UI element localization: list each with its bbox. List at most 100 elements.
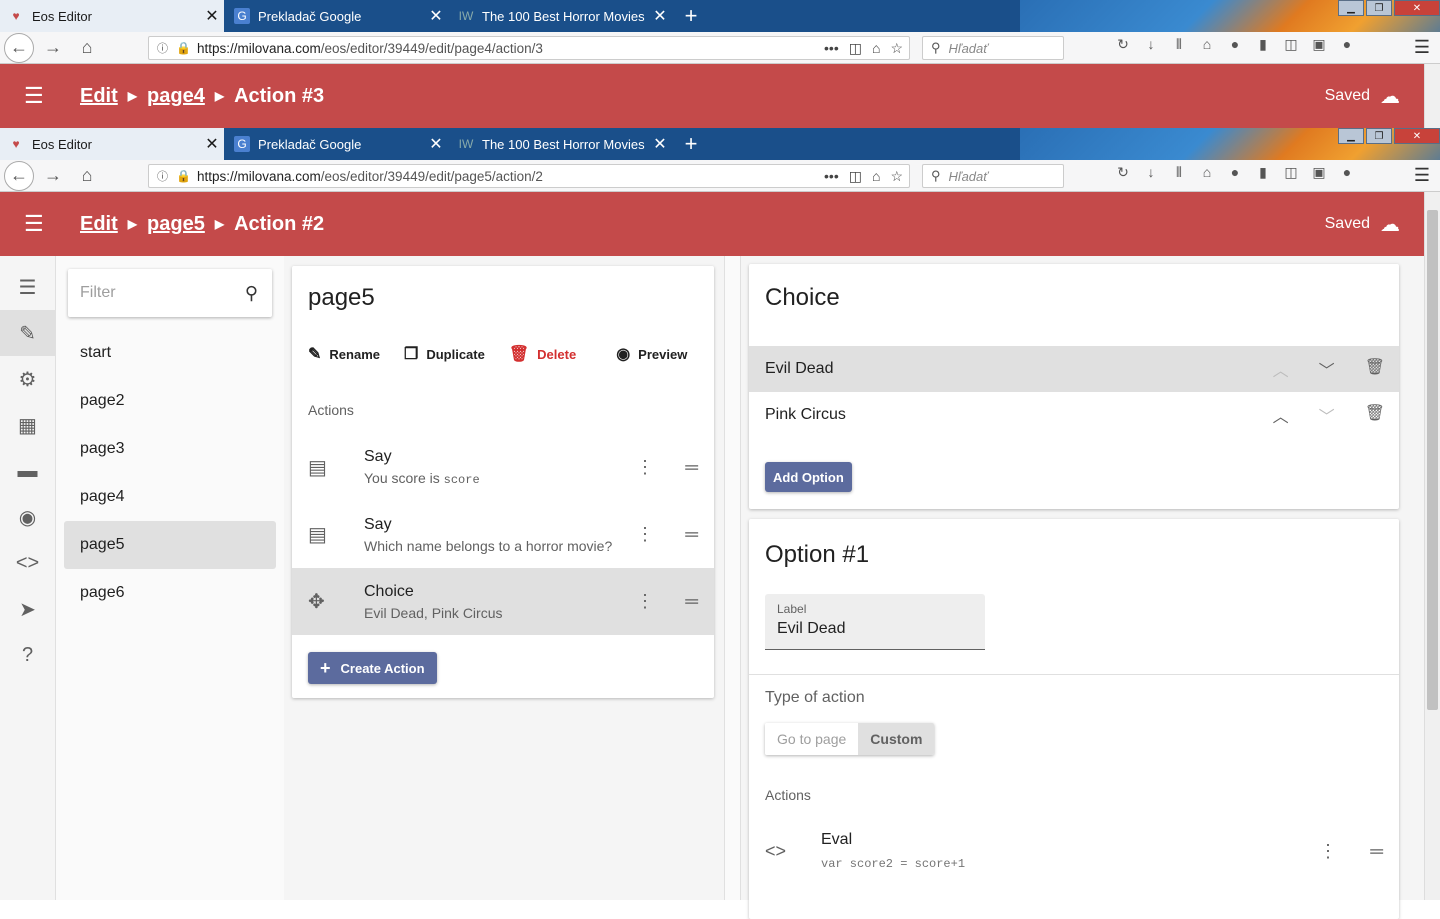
page-item-page2[interactable]: page2 (64, 377, 276, 425)
send-icon[interactable]: ➤ (0, 586, 55, 632)
option-item-selected[interactable]: Evil Dead ︿ ﹀ 🗑 (749, 346, 1399, 392)
home-button[interactable]: ⌂ (70, 32, 104, 64)
addon2-icon[interactable]: ▣ (1310, 36, 1328, 53)
minimize-button[interactable]: ▁ (1338, 0, 1364, 16)
hamburger-icon[interactable]: ☰ (24, 83, 48, 109)
close-icon[interactable]: ✕ (424, 6, 448, 26)
option-item[interactable]: Pink Circus ︿ ﹀ 🗑 (749, 392, 1399, 438)
menu-icon[interactable]: ☰ (1414, 165, 1430, 186)
drag-handle-icon[interactable]: ═ (685, 591, 698, 612)
page-item-page4[interactable]: page4 (64, 473, 276, 521)
preview-button[interactable]: ◉ Preview (616, 344, 687, 364)
addon3-icon[interactable]: ● (1338, 164, 1356, 181)
pocket-icon[interactable]: ◫ (849, 40, 862, 57)
go-to-page-toggle[interactable]: Go to page (765, 723, 859, 755)
new-tab-button[interactable]: + (676, 0, 706, 32)
more-icon[interactable]: ••• (824, 40, 839, 57)
crumb-page[interactable]: page5 (147, 213, 205, 236)
maximize-button[interactable]: ❐ (1366, 128, 1392, 144)
url-bar[interactable]: ⓘ 🔒 https://milovana.com/eos/editor/3944… (148, 36, 910, 60)
reload-icon[interactable]: ↻ (1114, 36, 1132, 53)
new-tab-button[interactable]: + (676, 128, 706, 160)
eval-action-item[interactable]: <> Eval var score2 = score+1 ⋮ ═ (749, 819, 1399, 887)
search-input[interactable]: ⚲ Hľadať (922, 36, 1064, 60)
menu-icon[interactable]: ☰ (1414, 37, 1430, 58)
scrollbar-back[interactable] (1424, 64, 1440, 128)
download-icon[interactable]: ↓ (1142, 36, 1160, 53)
close-icon[interactable]: ✕ (200, 134, 224, 154)
tab-eos-editor-back[interactable]: ♥ Eos Editor ✕ (0, 0, 224, 32)
abp-icon[interactable]: ● (1226, 164, 1244, 181)
page-item-start[interactable]: start (64, 329, 276, 377)
chevron-up-icon[interactable]: ︿ (1273, 403, 1289, 427)
drag-handle-icon[interactable]: ═ (685, 457, 698, 478)
reload-icon[interactable]: ↻ (1114, 164, 1132, 181)
label-field[interactable]: Label Evil Dead (765, 594, 985, 650)
page-item-page3[interactable]: page3 (64, 425, 276, 473)
list-icon[interactable]: ☰ (0, 264, 55, 310)
tab-google-translate[interactable]: G Prekladač Google ✕ (226, 128, 448, 160)
action-item-selected[interactable]: ✥ Choice Evil Dead, Pink Circus ⋮ ═ (292, 568, 714, 635)
forward-button[interactable]: → (36, 32, 70, 64)
edit-icon[interactable]: ✎ (0, 310, 55, 356)
drag-handle-icon[interactable]: ═ (685, 524, 698, 545)
maximize-button[interactable]: ❐ (1366, 0, 1392, 16)
forward-button[interactable]: → (36, 160, 70, 192)
trash-icon[interactable]: 🗑 (1365, 357, 1385, 381)
gear-icon[interactable]: ⚙ (0, 356, 55, 402)
home-addon-icon[interactable]: ⌂ (1198, 164, 1216, 181)
library-icon[interactable]: ⫴ (1170, 36, 1188, 53)
panel-scrollbar[interactable] (725, 256, 741, 900)
scrollbar-thumb[interactable] (1427, 210, 1438, 710)
addon-icon[interactable]: ▮ (1254, 36, 1272, 53)
add-option-button[interactable]: Add Option (765, 462, 852, 492)
library-icon[interactable]: ⫴ (1170, 164, 1188, 181)
star-icon[interactable]: ☆ (890, 168, 903, 185)
close-window-button[interactable]: ✕ (1394, 0, 1440, 16)
filter-input[interactable]: Filter ⚲ (68, 269, 272, 317)
crumb-edit[interactable]: Edit (80, 213, 118, 236)
more-vert-icon[interactable]: ⋮ (636, 457, 654, 478)
back-button[interactable]: ← (4, 160, 34, 191)
addon3-icon[interactable]: ● (1338, 36, 1356, 53)
pocket-icon[interactable]: ◫ (849, 168, 862, 185)
close-icon[interactable]: ✕ (424, 134, 448, 154)
more-vert-icon[interactable]: ⋮ (636, 524, 654, 545)
create-action-button[interactable]: + Create Action (308, 652, 437, 684)
close-icon[interactable]: ✕ (648, 6, 672, 26)
more-icon[interactable]: ••• (824, 168, 839, 185)
custom-toggle[interactable]: Custom (858, 723, 935, 755)
extension-icon[interactable]: ⌂ (872, 168, 880, 185)
duplicate-button[interactable]: ❐ Duplicate (404, 344, 485, 364)
abp-icon[interactable]: ● (1226, 36, 1244, 53)
close-icon[interactable]: ✕ (200, 6, 224, 26)
close-icon[interactable]: ✕ (648, 134, 672, 154)
tab-horror-movies[interactable]: IW The 100 Best Horror Movies of ... ✕ (450, 128, 672, 160)
more-vert-icon[interactable]: ⋮ (1319, 841, 1337, 862)
tab-google-translate-back[interactable]: G Prekladač Google ✕ (226, 0, 448, 32)
reader-icon[interactable]: ◫ (1282, 164, 1300, 181)
chevron-up-icon[interactable]: ︿ (1273, 357, 1289, 381)
delete-button[interactable]: 🗑 Delete (509, 344, 576, 364)
tab-eos-editor[interactable]: ♥ Eos Editor ✕ (0, 128, 224, 160)
download-icon[interactable]: ↓ (1142, 164, 1160, 181)
drag-handle-icon[interactable]: ═ (1370, 841, 1383, 862)
folder-icon[interactable]: ▬ (0, 448, 55, 494)
more-vert-icon[interactable]: ⋮ (636, 591, 654, 612)
crumb-edit[interactable]: Edit (80, 85, 118, 108)
close-window-button[interactable]: ✕ (1394, 128, 1440, 144)
page-scrollbar[interactable] (1424, 192, 1440, 900)
extension-icon[interactable]: ⌂ (872, 40, 880, 57)
hamburger-icon[interactable]: ☰ (24, 211, 48, 237)
eye-icon[interactable]: ◉ (0, 494, 55, 540)
reader-icon[interactable]: ◫ (1282, 36, 1300, 53)
rename-button[interactable]: ✎ Rename (308, 344, 380, 364)
tab-horror-movies-back[interactable]: IW The 100 Best Horror Movies of ... ✕ (450, 0, 672, 32)
url-bar[interactable]: ⓘ 🔒 https://milovana.com/eos/editor/3944… (148, 164, 910, 188)
action-item[interactable]: ▤ Say Which name belongs to a horror mov… (292, 501, 714, 568)
trash-icon[interactable]: 🗑 (1365, 403, 1385, 427)
addon-icon[interactable]: ▮ (1254, 164, 1272, 181)
chevron-down-icon[interactable]: ﹀ (1319, 403, 1335, 427)
home-button[interactable]: ⌂ (70, 160, 104, 192)
page-item-page5[interactable]: page5 (64, 521, 276, 569)
